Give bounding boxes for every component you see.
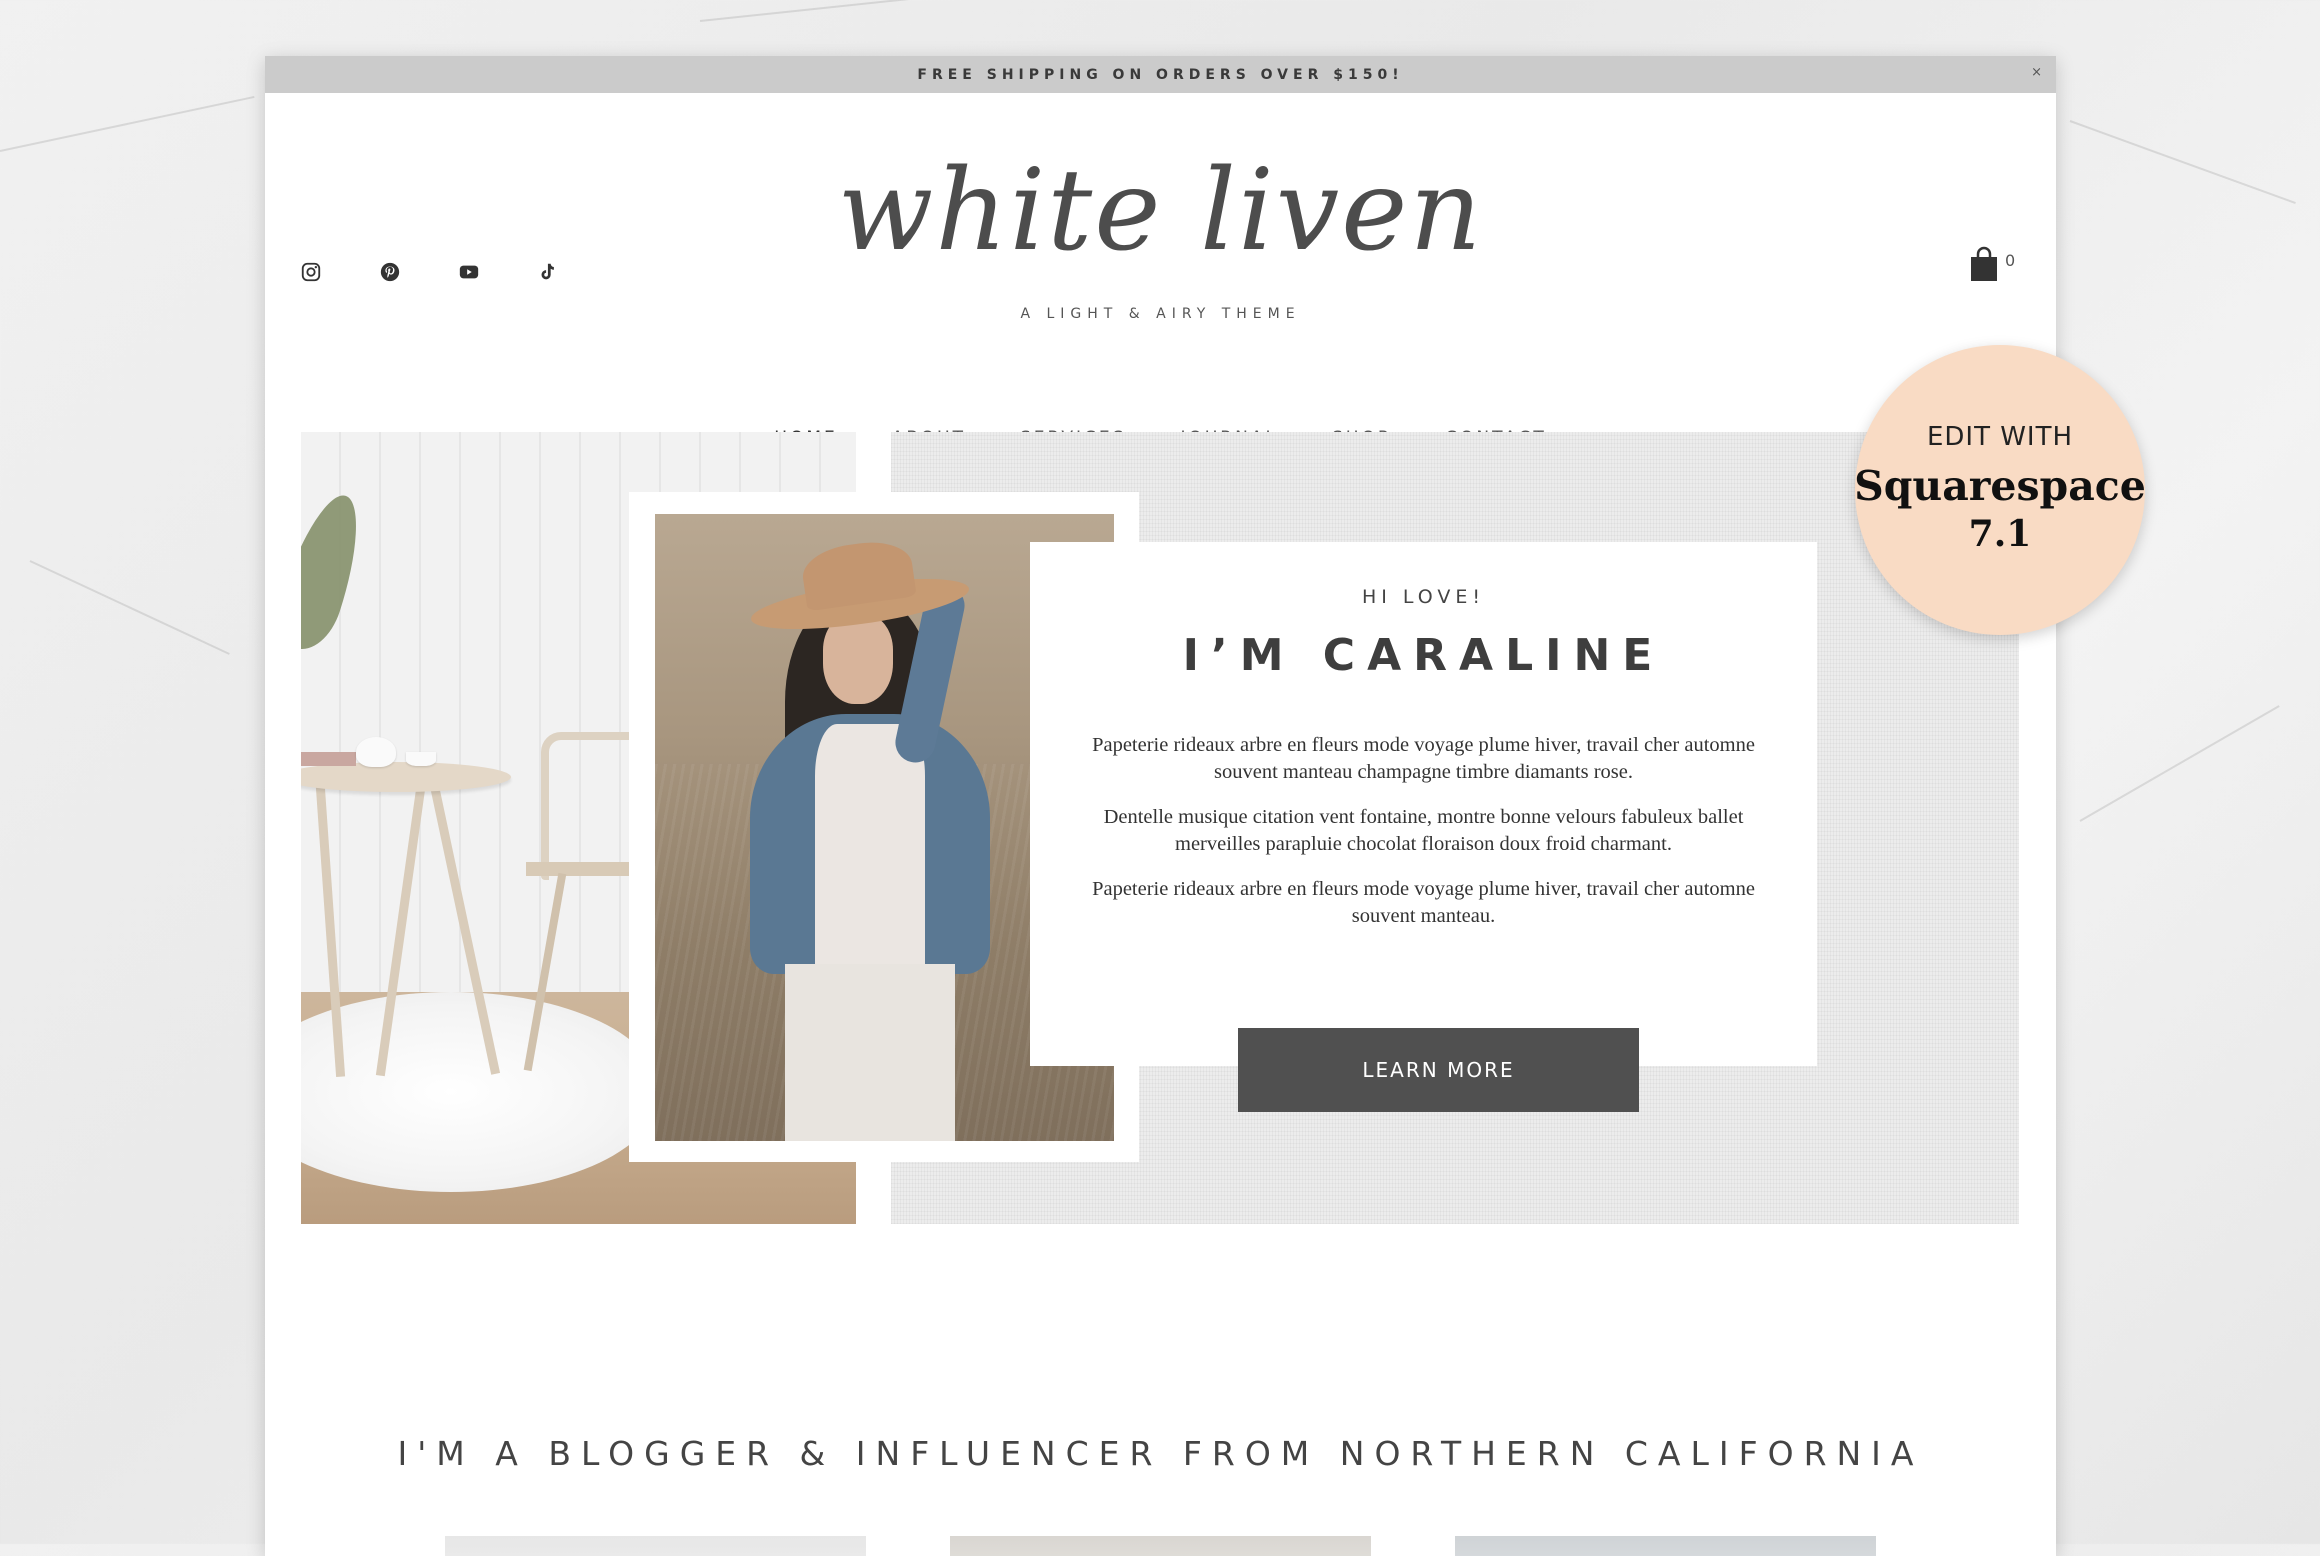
teapot xyxy=(356,737,396,767)
squarespace-badge: EDIT WITH Squarespace 7.1 xyxy=(1854,345,2146,635)
marble-vein xyxy=(2069,120,2296,205)
shopping-bag-icon xyxy=(1971,246,1997,281)
intro-card: HI LOVE! I’M CARALINE Papeterie rideaux … xyxy=(1030,542,1817,1066)
site-logo[interactable]: white liven xyxy=(265,136,2056,286)
marble-vein xyxy=(2079,705,2280,822)
marble-vein xyxy=(0,95,255,152)
intro-name: I’M CARALINE xyxy=(1182,630,1665,681)
intro-paragraph: Papeterie rideaux arbre en fleurs mode v… xyxy=(1092,734,1755,783)
marble-vein xyxy=(699,0,999,22)
close-icon[interactable]: × xyxy=(2031,65,2042,80)
cup xyxy=(406,752,436,766)
blog-thumbnail[interactable] xyxy=(445,1536,866,1556)
announcement-text: FREE SHIPPING ON ORDERS OVER $150! xyxy=(917,66,1404,83)
site-tagline: A LIGHT & AIRY THEME xyxy=(1020,306,1301,322)
intro-paragraph: Dentelle musique citation vent fontaine,… xyxy=(1103,806,1744,855)
cart-button[interactable]: 0 xyxy=(1969,246,2015,282)
intro-paragraph: Papeterie rideaux arbre en fleurs mode v… xyxy=(1092,878,1755,927)
badge-line-3: 7.1 xyxy=(1968,513,2032,555)
announcement-bar: FREE SHIPPING ON ORDERS OVER $150! × xyxy=(265,56,2056,93)
badge-line-2: Squarespace xyxy=(1854,462,2146,510)
marble-vein xyxy=(29,560,230,655)
jeans xyxy=(785,964,955,1141)
section-heading: I'M A BLOGGER & INFLUENCER FROM NORTHERN… xyxy=(397,1434,1924,1473)
shirt xyxy=(815,724,925,984)
blog-thumbnail[interactable] xyxy=(1455,1536,1876,1556)
website-page: FREE SHIPPING ON ORDERS OVER $150! × whi… xyxy=(265,56,2056,1556)
cart-count: 0 xyxy=(2005,251,2016,270)
blog-thumbnail[interactable] xyxy=(950,1536,1371,1556)
intro-greeting: HI LOVE! xyxy=(1361,586,1486,608)
book xyxy=(301,752,356,766)
badge-line-1: EDIT WITH xyxy=(1926,422,2074,452)
learn-more-button[interactable]: LEARN MORE xyxy=(1238,1028,1639,1112)
face xyxy=(823,614,893,704)
